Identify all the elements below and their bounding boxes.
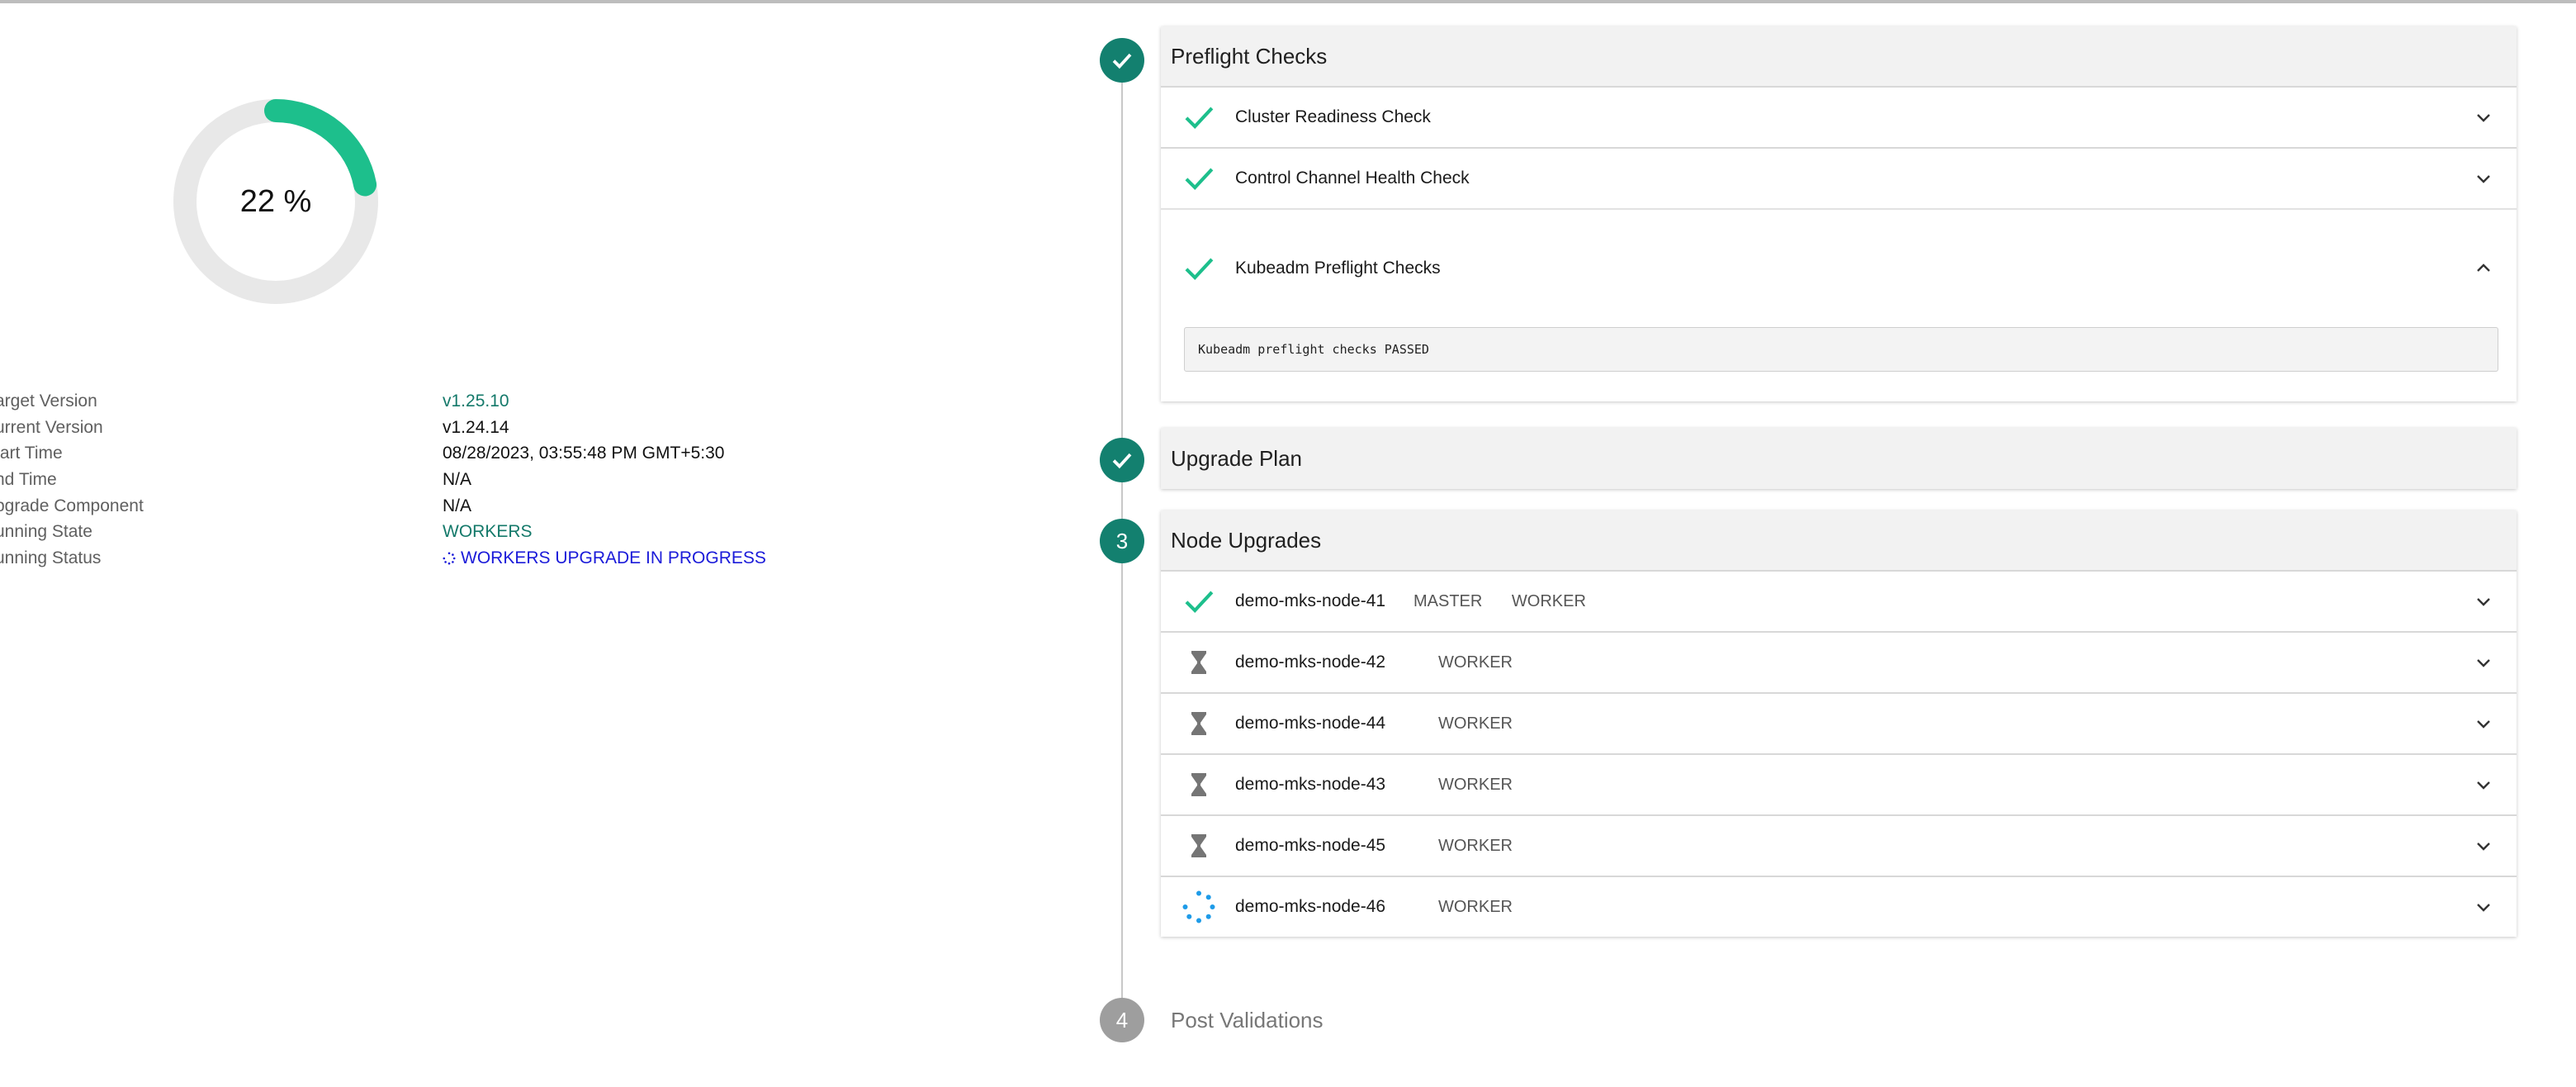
- info-row-start-time: tart Time 08/28/2023, 03:55:48 PM GMT+5:…: [0, 440, 821, 467]
- running-status-text: WORKERS UPGRADE IN PROGRESS: [461, 548, 766, 568]
- check-row-control-channel-health[interactable]: Control Channel Health Check: [1161, 147, 2517, 208]
- chevron-down-icon[interactable]: [2474, 169, 2493, 188]
- node-roles: WORKER: [1438, 898, 1537, 917]
- step-1-complete-icon: [1100, 38, 1144, 83]
- node-role-badge: WORKER: [1438, 775, 1513, 794]
- chevron-down-icon[interactable]: [2474, 897, 2493, 917]
- loading-spinner-icon: [443, 552, 456, 565]
- info-row-upgrade-component: pgrade Component N/A: [0, 493, 821, 520]
- info-row-target-version: arget Version v1.25.10: [0, 388, 821, 415]
- node-upgrades-header[interactable]: Node Upgrades: [1161, 510, 2517, 570]
- chevron-down-icon[interactable]: [2474, 775, 2493, 795]
- step-2-complete-icon: [1100, 438, 1144, 482]
- node-row[interactable]: demo-mks-node-43 WORKER: [1161, 753, 2517, 814]
- info-value: WORKERS: [443, 522, 533, 542]
- node-row[interactable]: demo-mks-node-41 MASTER WORKER: [1161, 570, 2517, 631]
- hourglass-icon: [1182, 646, 1215, 679]
- check-icon: [1182, 162, 1215, 195]
- info-key: unning State: [0, 522, 92, 542]
- info-key: nd Time: [0, 470, 57, 490]
- hourglass-icon: [1182, 768, 1215, 801]
- progress-donut: 22 %: [172, 97, 380, 306]
- check-row-kubeadm-preflight[interactable]: Kubeadm Preflight Checks: [1161, 238, 2517, 299]
- node-row[interactable]: demo-mks-node-44 WORKER: [1161, 692, 2517, 753]
- loading-spinner-icon: [1182, 890, 1215, 923]
- info-row-current-version: urrent Version v1.24.14: [0, 415, 821, 441]
- info-key: arget Version: [0, 392, 97, 411]
- node-role-badge: WORKER: [1438, 714, 1513, 733]
- node-name: demo-mks-node-41: [1235, 591, 1386, 610]
- node-role-badge: WORKER: [1511, 591, 1586, 610]
- info-value: v1.24.14: [443, 417, 509, 437]
- check-name: Cluster Readiness Check: [1235, 107, 1431, 126]
- step-number: 3: [1115, 528, 1129, 553]
- node-row[interactable]: demo-mks-node-42 WORKER: [1161, 631, 2517, 692]
- info-row-end-time: nd Time N/A: [0, 467, 821, 493]
- step-title: Upgrade Plan: [1171, 445, 1302, 471]
- kubeadm-preflight-header[interactable]: Kubeadm Preflight Checks: [1161, 238, 2517, 299]
- info-value-with-spinner: WORKERS UPGRADE IN PROGRESS: [443, 545, 766, 572]
- chevron-down-icon[interactable]: [2474, 591, 2493, 611]
- info-key: pgrade Component: [0, 496, 144, 515]
- node-roles: WORKER: [1438, 837, 1537, 856]
- chevron-up-icon[interactable]: [2474, 259, 2493, 278]
- check-row-cluster-readiness[interactable]: Cluster Readiness Check: [1161, 86, 2517, 147]
- upgrade-info-table: arget Version v1.25.10 urrent Version v1…: [0, 388, 821, 572]
- check-row-kubeadm-preflight-expanded: Kubeadm Preflight Checks Kubeadm preflig…: [1161, 208, 2517, 401]
- info-row-running-state: unning State WORKERS: [0, 519, 821, 545]
- post-validations-step[interactable]: Post Validations: [1171, 1008, 1324, 1033]
- step-number: 4: [1115, 1007, 1129, 1032]
- hourglass-icon: [1182, 829, 1215, 862]
- chevron-down-icon[interactable]: [2474, 107, 2493, 127]
- info-key: urrent Version: [0, 417, 103, 437]
- node-roles: WORKER: [1438, 776, 1537, 795]
- node-row[interactable]: demo-mks-node-45 WORKER: [1161, 814, 2517, 876]
- check-icon: [1182, 101, 1215, 134]
- node-name: demo-mks-node-46: [1235, 897, 1386, 916]
- info-row-running-status: unning Status WORKERS UPGRADE IN PROGRES…: [0, 545, 821, 572]
- info-value: v1.25.10: [443, 392, 509, 411]
- node-row[interactable]: demo-mks-node-46 WORKER: [1161, 876, 2517, 937]
- check-name: Control Channel Health Check: [1235, 169, 1470, 187]
- node-name: demo-mks-node-42: [1235, 653, 1386, 672]
- node-roles: WORKER: [1438, 714, 1537, 733]
- hourglass-icon: [1182, 707, 1215, 740]
- step-4-number-badge: 4: [1100, 998, 1144, 1042]
- preflight-checks-header[interactable]: Preflight Checks: [1161, 26, 2517, 86]
- step-title: Node Upgrades: [1171, 527, 1322, 553]
- info-value: N/A: [443, 496, 472, 515]
- step-title: Preflight Checks: [1171, 43, 1328, 69]
- info-value: 08/28/2023, 03:55:48 PM GMT+5:30: [443, 444, 725, 463]
- node-name: demo-mks-node-43: [1235, 775, 1386, 794]
- info-key: unning Status: [0, 548, 102, 568]
- info-key: tart Time: [0, 444, 63, 463]
- upgrade-plan-panel: Upgrade Plan: [1161, 428, 2517, 489]
- node-name: demo-mks-node-45: [1235, 836, 1386, 855]
- node-role-badge: WORKER: [1438, 897, 1513, 916]
- check-icon: [1182, 585, 1215, 618]
- chevron-down-icon[interactable]: [2474, 714, 2493, 733]
- chevron-down-icon[interactable]: [2474, 653, 2493, 672]
- check-icon: [1182, 252, 1215, 285]
- node-roles: MASTER WORKER: [1413, 592, 1611, 611]
- check-name: Kubeadm Preflight Checks: [1235, 259, 1441, 278]
- preflight-checks-panel: Preflight Checks Cluster Readiness Check…: [1161, 26, 2517, 401]
- node-upgrades-panel: Node Upgrades demo-mks-node-41 MASTER WO…: [1161, 510, 2517, 937]
- upgrade-plan-header[interactable]: Upgrade Plan: [1161, 428, 2517, 489]
- node-role-badge: WORKER: [1438, 653, 1513, 672]
- node-roles: WORKER: [1438, 653, 1537, 672]
- step-3-number-badge: 3: [1100, 519, 1144, 563]
- kubeadm-preflight-log: Kubeadm preflight checks PASSED: [1184, 327, 2498, 372]
- node-name: demo-mks-node-44: [1235, 714, 1386, 733]
- progress-percent-label: 22 %: [239, 183, 312, 219]
- node-role-badge: MASTER: [1413, 591, 1483, 610]
- node-role-badge: WORKER: [1438, 836, 1513, 855]
- chevron-down-icon[interactable]: [2474, 836, 2493, 856]
- info-value: N/A: [443, 470, 472, 490]
- top-border: [0, 0, 2576, 3]
